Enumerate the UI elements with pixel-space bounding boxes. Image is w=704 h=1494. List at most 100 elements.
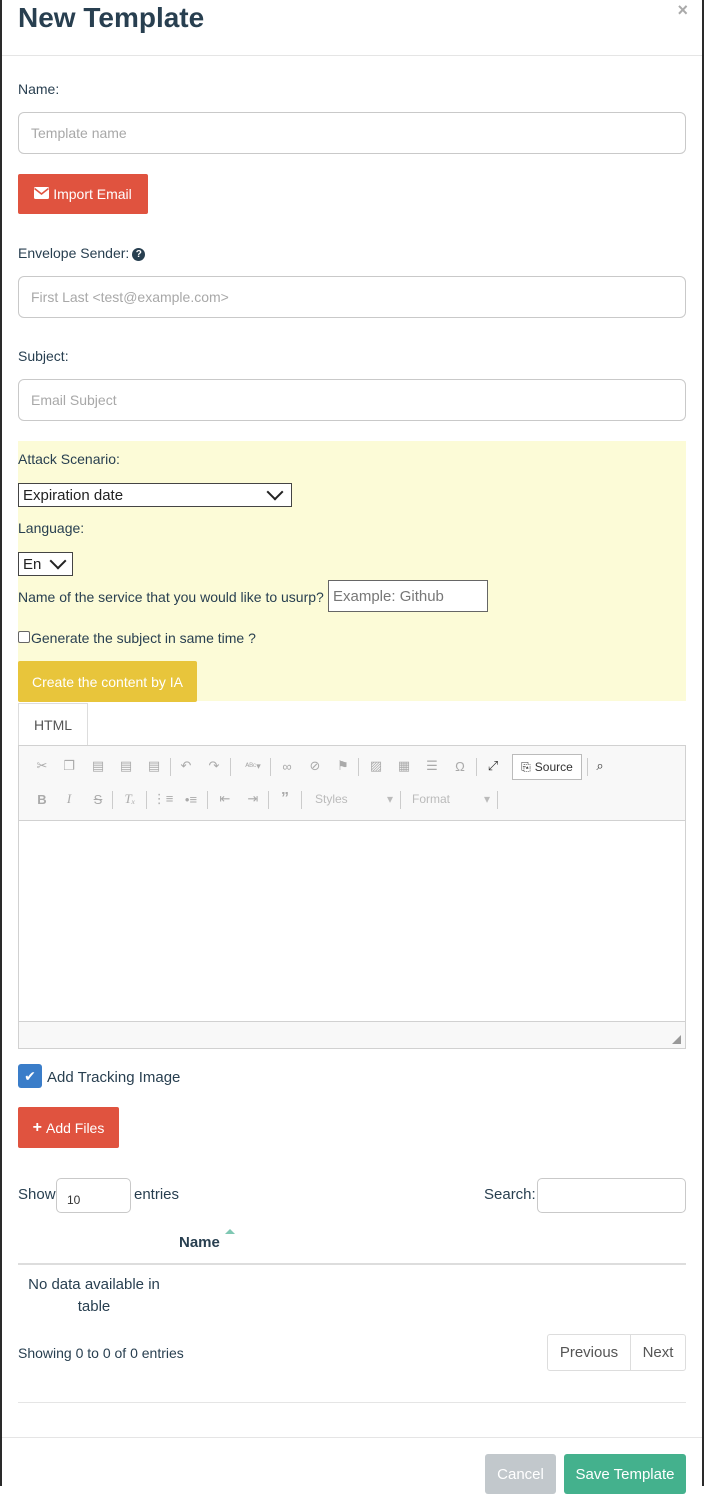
search-label: Search:	[484, 1186, 536, 1203]
envelope-sender-input[interactable]	[18, 276, 686, 318]
service-name-input[interactable]: Example: Github	[328, 580, 488, 612]
maximize-icon[interactable]: ⤢	[483, 756, 503, 776]
tracking-image-checkbox[interactable]: ✔	[18, 1064, 42, 1088]
toolbar-divider	[587, 758, 588, 776]
generate-subject-checkbox[interactable]	[18, 631, 30, 643]
caret-down-icon: ▾	[483, 792, 490, 806]
copy-icon[interactable]: ❐	[59, 756, 79, 776]
remove-format-icon[interactable]: Tₓ	[120, 789, 140, 809]
add-files-label: Add Files	[45, 1119, 105, 1136]
strikethrough-icon[interactable]: S	[88, 789, 108, 809]
styles-label: Styles	[315, 792, 348, 806]
modal-title: New Template	[18, 2, 205, 33]
special-char-icon[interactable]: Ω	[450, 756, 470, 776]
blockquote-icon[interactable]: ”	[275, 789, 295, 809]
table-empty-message: No data available in table	[28, 1276, 160, 1315]
rich-text-editor: ✂ ❐ ▤ ▤ ▤ ↶ ↷ ᴬᴮᶜ▾ ∞ ⊘ ⚑ ▨ ▦ ☰ Ω ⤢ ⎘ Sou…	[18, 745, 686, 1049]
cancel-button[interactable]: Cancel	[485, 1454, 556, 1494]
table-header-border	[18, 1263, 686, 1265]
language-select[interactable]: En	[18, 552, 73, 576]
preview-icon[interactable]: ⌕	[590, 756, 610, 776]
toolbar-divider	[301, 791, 302, 809]
subject-input[interactable]	[18, 379, 686, 421]
plus-icon: +	[32, 1118, 42, 1136]
language-value: En	[23, 555, 42, 573]
paste-word-icon[interactable]: ▤	[144, 756, 164, 776]
numbered-list-icon[interactable]: ⋮≡	[153, 789, 174, 809]
attack-scenario-value: Expiration date	[23, 486, 124, 504]
spellcheck-icon[interactable]: ᴬᴮᶜ▾	[239, 756, 267, 776]
toolbar-divider	[146, 791, 147, 809]
close-icon[interactable]: ×	[677, 0, 688, 21]
show-label: Show	[18, 1186, 56, 1203]
format-dropdown[interactable]: Format ▾	[412, 792, 490, 806]
template-name-input[interactable]	[18, 112, 686, 154]
paste-text-icon[interactable]: ▤	[116, 756, 136, 776]
unlink-icon[interactable]: ⊘	[305, 756, 325, 776]
editor-content-area[interactable]	[19, 821, 685, 1022]
column-header-name[interactable]: Name	[179, 1234, 220, 1251]
image-icon[interactable]: ▨	[366, 756, 386, 776]
service-label: Name of the service that you would like …	[18, 589, 324, 605]
sort-ascending-icon	[225, 1229, 235, 1234]
undo-icon[interactable]: ↶	[176, 756, 196, 776]
italic-icon[interactable]: I	[59, 789, 79, 809]
table-search-input[interactable]	[537, 1178, 686, 1213]
link-icon[interactable]: ∞	[277, 756, 297, 776]
toolbar-divider	[497, 791, 498, 809]
envelope-sender-label: Envelope Sender:?	[18, 245, 146, 261]
envelope-icon	[34, 186, 50, 202]
import-email-button[interactable]: Import Email	[18, 174, 148, 214]
toolbar-divider	[207, 791, 208, 809]
divider	[18, 1402, 686, 1403]
modal-header: New Template ×	[2, 0, 702, 56]
toolbar-divider	[170, 758, 171, 776]
chevron-down-icon	[49, 552, 67, 570]
generate-subject-label: Generate the subject in same time ?	[31, 630, 256, 646]
source-file-icon: ⎘	[521, 759, 531, 774]
caret-down-icon: ▾	[386, 792, 393, 806]
language-label: Language:	[18, 520, 85, 536]
entries-label: entries	[134, 1186, 180, 1203]
previous-page-button[interactable]: Previous	[547, 1334, 631, 1371]
format-label: Format	[412, 792, 451, 806]
anchor-flag-icon[interactable]: ⚑	[333, 756, 353, 776]
toolbar-divider	[358, 758, 359, 776]
chevron-down-icon	[266, 483, 284, 501]
create-content-button[interactable]: Create the content by IA	[18, 661, 197, 702]
toolbar-divider	[270, 758, 271, 776]
subject-label: Subject:	[18, 348, 69, 364]
add-files-button[interactable]: + Add Files	[18, 1107, 119, 1148]
table-info: Showing 0 to 0 of 0 entries	[18, 1345, 184, 1361]
save-template-button[interactable]: Save Template	[564, 1454, 686, 1494]
entries-length-input[interactable]: 10	[56, 1178, 131, 1213]
indent-icon[interactable]: ⇥	[243, 789, 263, 809]
attack-scenario-select[interactable]: Expiration date	[18, 483, 292, 507]
envelope-sender-text: Envelope Sender:	[18, 245, 130, 261]
horizontal-line-icon[interactable]: ☰	[422, 756, 442, 776]
bulleted-list-icon[interactable]: •≡	[181, 789, 201, 809]
toolbar-divider	[476, 758, 477, 776]
redo-icon[interactable]: ↷	[204, 756, 224, 776]
name-label: Name:	[18, 81, 60, 97]
bold-icon[interactable]: B	[32, 789, 52, 809]
source-button[interactable]: ⎘ Source	[512, 754, 582, 780]
source-label: Source	[534, 760, 573, 774]
checkmark-icon: ✔	[24, 1067, 36, 1084]
tab-html[interactable]: HTML	[18, 703, 88, 746]
cut-icon[interactable]: ✂	[32, 756, 52, 776]
toolbar-divider	[230, 758, 231, 776]
styles-dropdown[interactable]: Styles ▾	[315, 792, 393, 806]
next-page-button[interactable]: Next	[630, 1334, 686, 1371]
toolbar-divider	[268, 791, 269, 809]
import-email-label: Import Email	[53, 186, 132, 202]
resize-handle[interactable]	[672, 1035, 681, 1044]
toolbar-divider	[400, 791, 401, 809]
attack-scenario-label: Attack Scenario:	[18, 451, 120, 467]
outdent-icon[interactable]: ⇤	[215, 789, 235, 809]
editor-toolbar: ✂ ❐ ▤ ▤ ▤ ↶ ↷ ᴬᴮᶜ▾ ∞ ⊘ ⚑ ▨ ▦ ☰ Ω ⤢ ⎘ Sou…	[19, 746, 685, 821]
toolbar-divider	[112, 791, 113, 809]
question-circle-icon[interactable]: ?	[132, 248, 146, 261]
paste-icon[interactable]: ▤	[88, 756, 108, 776]
table-icon[interactable]: ▦	[394, 756, 414, 776]
